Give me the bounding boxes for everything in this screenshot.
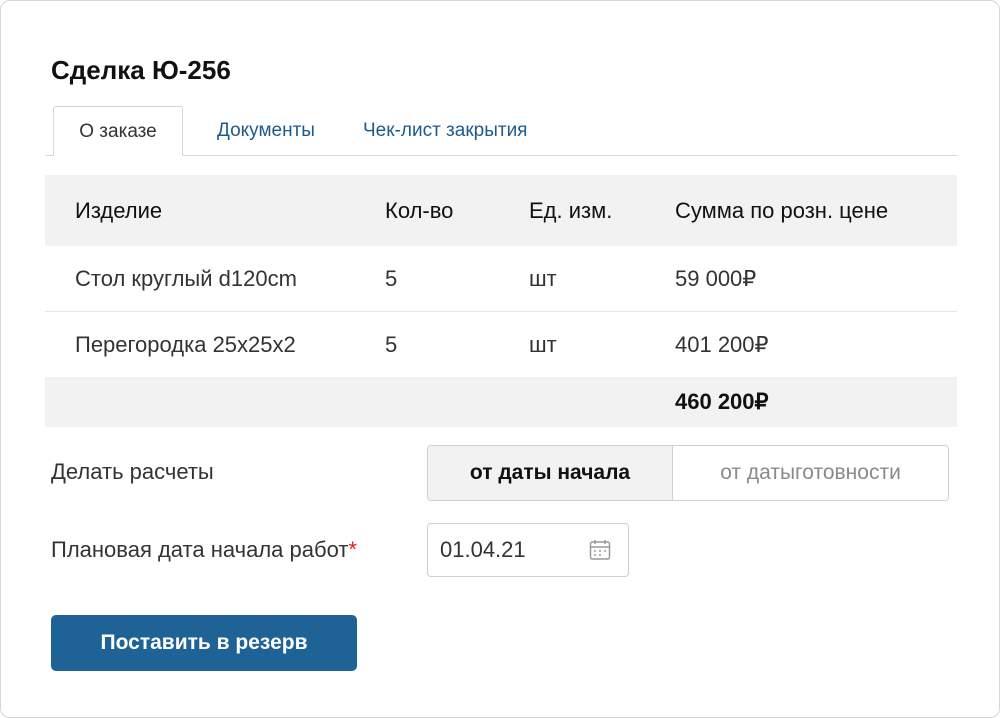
table-row: Стол круглый d120cm 5 шт 59 000₽ <box>45 246 957 312</box>
column-header-retail-sum: Сумма по розн. цене <box>675 197 889 223</box>
calc-mode-toggle: от даты начала от датыготовности <box>427 445 949 501</box>
cell-quantity: 5 <box>385 265 398 291</box>
calc-mode-label: Делать расчеты <box>51 459 214 484</box>
tab-order[interactable]: О заказе <box>53 106 183 156</box>
start-date-label-text: Плановая дата начала работ <box>51 537 349 562</box>
table-total-row: 460 200₽ <box>45 377 957 427</box>
calc-from-ready-option[interactable]: от датыготовности <box>673 446 948 500</box>
cell-unit: шт <box>529 265 557 291</box>
deal-card: Сделка Ю-256 О заказе Документы Чек-лист… <box>0 0 1000 718</box>
start-date-input[interactable] <box>440 524 580 576</box>
calendar-icon[interactable] <box>588 538 612 562</box>
column-header-unit: Ед. изм. <box>529 197 613 223</box>
table-header: Изделие Кол-во Ед. изм. Сумма по розн. ц… <box>45 175 957 246</box>
start-date-field <box>427 523 629 577</box>
cell-retail-sum: 59 000₽ <box>675 265 757 291</box>
reserve-button[interactable]: Поставить в резерв <box>51 615 357 671</box>
total-sum: 460 200₽ <box>675 389 769 414</box>
page-title: Сделка Ю-256 <box>51 55 231 85</box>
cell-product: Стол круглый d120cm <box>75 265 297 291</box>
tab-documents[interactable]: Документы <box>217 106 315 154</box>
column-header-product: Изделие <box>75 197 163 223</box>
tab-closing-checklist[interactable]: Чек-лист закрытия <box>363 106 527 154</box>
cell-unit: шт <box>529 331 557 357</box>
start-date-label: Плановая дата начала работ* <box>51 537 357 563</box>
products-table: Изделие Кол-во Ед. изм. Сумма по розн. ц… <box>45 175 957 427</box>
column-header-quantity: Кол-во <box>385 197 454 223</box>
cell-retail-sum: 401 200₽ <box>675 331 769 357</box>
calc-from-start-option[interactable]: от даты начала <box>428 446 673 500</box>
required-mark: * <box>348 537 357 562</box>
tab-bar: О заказе Документы Чек-лист закрытия <box>45 106 957 156</box>
table-row: Перегородка 25х25х2 5 шт 401 200₽ <box>45 312 957 377</box>
cell-quantity: 5 <box>385 331 398 357</box>
cell-product: Перегородка 25х25х2 <box>75 331 296 357</box>
